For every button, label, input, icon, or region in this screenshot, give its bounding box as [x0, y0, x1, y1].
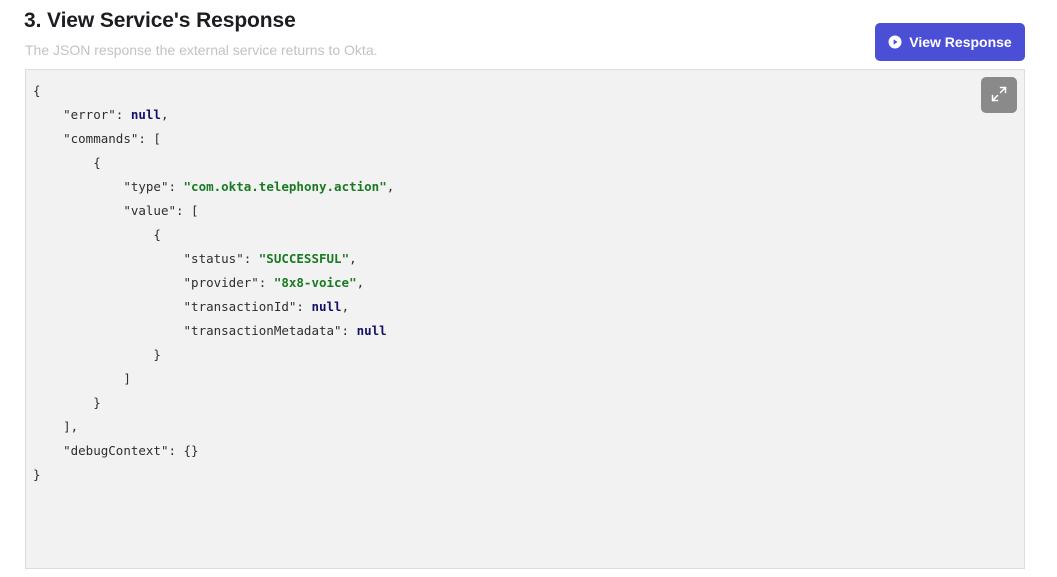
code-line: "transactionId": null,	[33, 295, 394, 319]
code-text: }	[153, 347, 161, 362]
code-line: "commands": [	[33, 127, 394, 151]
code-string: "SUCCESSFUL"	[258, 251, 350, 266]
expand-icon	[990, 85, 1008, 106]
code-keyword: null	[311, 299, 342, 314]
code-text: "debugContext": {}	[63, 443, 199, 458]
code-text: ,	[386, 179, 395, 194]
code-text: "type":	[123, 179, 184, 194]
code-text: ]	[123, 371, 131, 386]
code-text: ,	[160, 107, 169, 122]
code-text: "transactionId":	[183, 299, 312, 314]
json-code-block: { "error": null, "commands": [ { "type":…	[33, 79, 394, 487]
code-text: "provider":	[183, 275, 274, 290]
code-string: "8x8-voice"	[273, 275, 357, 290]
code-text: ,	[341, 299, 350, 314]
code-line: "status": "SUCCESSFUL",	[33, 247, 394, 271]
code-string: "com.okta.telephony.action"	[183, 179, 387, 194]
code-line: ]	[33, 367, 394, 391]
code-text: ,	[356, 275, 365, 290]
view-response-label: View Response	[909, 34, 1012, 50]
expand-button[interactable]	[981, 77, 1017, 113]
code-text: ,	[349, 251, 357, 266]
code-text: {	[33, 83, 41, 98]
code-line: }	[33, 343, 394, 367]
code-keyword: null	[130, 107, 161, 122]
code-line: {	[33, 79, 394, 103]
play-circle-icon	[888, 35, 902, 49]
code-text: }	[93, 395, 101, 410]
code-line: "provider": "8x8-voice",	[33, 271, 394, 295]
view-response-button[interactable]: View Response	[875, 23, 1025, 61]
code-line: "transactionMetadata": null	[33, 319, 394, 343]
code-line: {	[33, 151, 394, 175]
code-text: "error":	[63, 107, 131, 122]
code-line: "type": "com.okta.telephony.action",	[33, 175, 394, 199]
json-response-panel[interactable]: { "error": null, "commands": [ { "type":…	[25, 69, 1025, 569]
code-text: "value": [	[123, 203, 199, 218]
code-text: {	[93, 155, 101, 170]
code-text: "status":	[183, 251, 259, 266]
code-text: {	[153, 227, 161, 242]
code-line: {	[33, 223, 394, 247]
code-line: "error": null,	[33, 103, 394, 127]
code-line: "value": [	[33, 199, 394, 223]
section-title: 3. View Service's Response	[24, 9, 296, 32]
code-text: "commands": [	[63, 131, 161, 146]
code-line: }	[33, 391, 394, 415]
view-response-section: 3. View Service's Response The JSON resp…	[0, 0, 1057, 577]
code-line: "debugContext": {}	[33, 439, 394, 463]
code-text: }	[33, 467, 41, 482]
code-keyword: null	[356, 323, 387, 338]
code-text: ],	[63, 419, 79, 434]
code-line: }	[33, 463, 394, 487]
section-subtitle: The JSON response the external service r…	[25, 42, 378, 58]
code-text: "transactionMetadata":	[183, 323, 357, 338]
code-line: ],	[33, 415, 394, 439]
